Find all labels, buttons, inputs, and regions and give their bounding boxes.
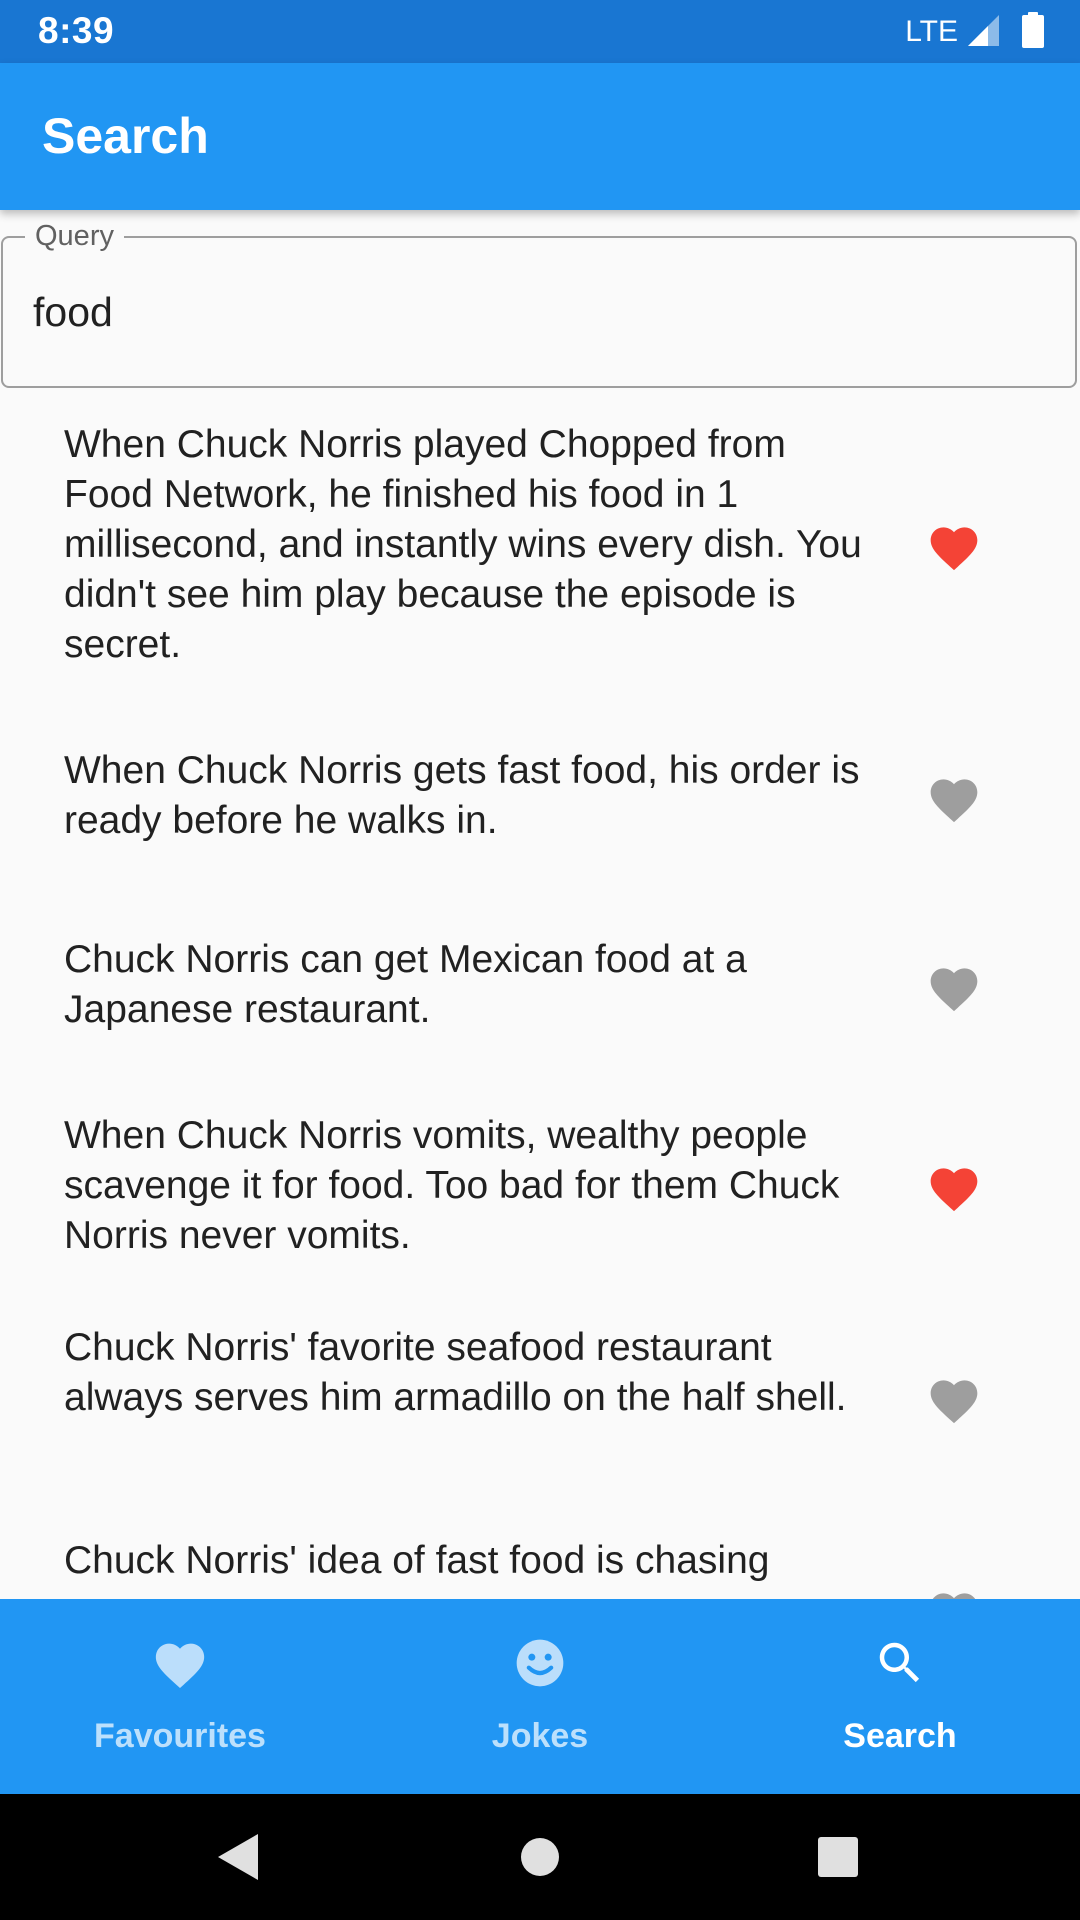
- joke-text: Chuck Norris can get Mexican food at a J…: [64, 938, 747, 1031]
- favourite-button[interactable]: [918, 510, 990, 582]
- search-field-label: Query: [25, 218, 124, 254]
- heart-icon: [930, 968, 978, 1012]
- joke-text: When Chuck Norris vomits, wealthy people…: [64, 1114, 840, 1257]
- search-field[interactable]: Query: [1, 218, 1077, 388]
- status-time: 8:39: [38, 10, 115, 51]
- favourite-button[interactable]: [918, 951, 990, 1023]
- back-icon: [218, 1834, 258, 1880]
- home-icon: [521, 1838, 559, 1876]
- page-title: Search: [42, 108, 209, 164]
- recents-button[interactable]: [808, 1827, 868, 1887]
- heart-icon: [930, 527, 978, 571]
- list-item: Chuck Norris' idea of fast food is chasi…: [0, 1536, 1080, 1599]
- search-icon: [870, 1633, 930, 1693]
- nav-item-favourites[interactable]: Favourites: [0, 1599, 360, 1794]
- nav-item-jokes[interactable]: Jokes: [360, 1599, 720, 1794]
- app-bar: Search: [0, 63, 1080, 210]
- bottom-navigation: Favourites Jokes Search: [0, 1599, 1080, 1794]
- nav-item-label: Favourites: [94, 1717, 266, 1755]
- home-button[interactable]: [510, 1827, 570, 1887]
- status-indicators: LTE: [905, 11, 1044, 53]
- list-item: When Chuck Norris vomits, wealthy people…: [0, 1111, 1080, 1271]
- heart-icon: [150, 1633, 210, 1693]
- joke-text: When Chuck Norris gets fast food, his or…: [64, 749, 860, 842]
- list-item: When Chuck Norris played Chopped from Fo…: [0, 420, 1080, 680]
- heart-icon: [930, 779, 978, 823]
- network-type: LTE: [905, 15, 958, 48]
- list-item: Chuck Norris can get Mexican food at a J…: [0, 935, 1080, 1055]
- nav-item-label: Jokes: [491, 1717, 589, 1755]
- list-item: When Chuck Norris gets fast food, his or…: [0, 746, 1080, 866]
- back-button[interactable]: [208, 1827, 268, 1887]
- heart-icon: [930, 1380, 978, 1424]
- search-input[interactable]: [33, 284, 1033, 340]
- heart-icon: [932, 1593, 976, 1599]
- signal-icon: [966, 13, 1000, 52]
- list-item: Chuck Norris' favorite seafood restauran…: [0, 1323, 1080, 1483]
- nav-item-search[interactable]: Search: [720, 1599, 1080, 1794]
- recents-icon: [818, 1837, 858, 1877]
- nav-item-label: Search: [843, 1717, 957, 1755]
- favourite-button[interactable]: [918, 1363, 990, 1435]
- joke-text: Chuck Norris' favorite seafood restauran…: [64, 1326, 847, 1419]
- favourite-button[interactable]: [918, 762, 990, 834]
- joke-list[interactable]: When Chuck Norris played Chopped from Fo…: [0, 390, 1080, 1599]
- battery-icon: [1022, 11, 1044, 53]
- favourite-button[interactable]: [918, 1151, 990, 1223]
- joke-text: When Chuck Norris played Chopped from Fo…: [64, 423, 862, 666]
- joke-text: Chuck Norris' idea of fast food is chasi…: [64, 1539, 770, 1582]
- status-bar: 8:39 LTE: [0, 0, 1080, 63]
- system-navigation-bar: [0, 1794, 1080, 1920]
- heart-icon: [930, 1168, 978, 1212]
- favourite-button[interactable]: [918, 1576, 990, 1599]
- smiley-icon: [510, 1633, 570, 1693]
